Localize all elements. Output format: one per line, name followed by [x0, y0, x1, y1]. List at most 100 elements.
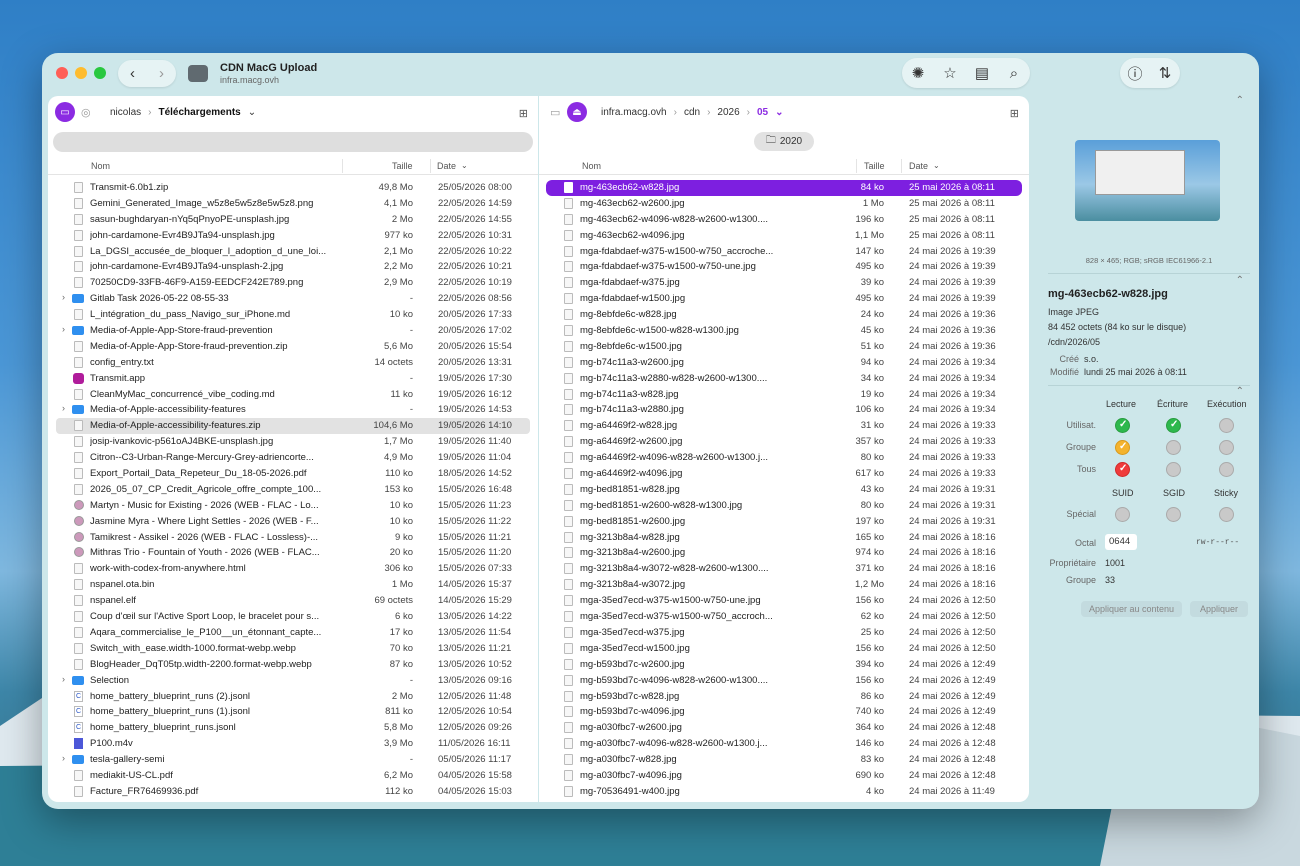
apply-to-content-button[interactable]: Appliquer au contenu — [1081, 601, 1182, 617]
file-row[interactable]: mg-8ebfde6c-w1500.jpg 51 ko 24 mai 2026 à … — [539, 339, 1029, 355]
file-row[interactable]: work-with-codex-from-anywhere.html 306 ko… — [48, 561, 538, 577]
perm-group-exec-toggle[interactable] — [1219, 440, 1234, 455]
file-row[interactable]: mg-70536491-w400.jpg 4 ko 24 mai 2026 à 11… — [539, 784, 1029, 800]
close-window-button[interactable] — [56, 67, 68, 79]
file-row[interactable]: mg-b74c11a3-w2880-w828-w2600-w1300.... 34… — [539, 371, 1029, 387]
file-row[interactable]: Facture_FR76469936.pdf 112 ko 04/05/2026 1… — [48, 784, 538, 800]
special-suid-toggle[interactable] — [1115, 507, 1130, 522]
breadcrumb-current[interactable]: 05 — [757, 107, 768, 118]
file-row[interactable]: Transmit.app - 19/05/2026 17:30 — [48, 371, 538, 387]
file-row[interactable]: Aqara_commercialise_le_P100__un_étonnant… — [48, 625, 538, 641]
file-row[interactable]: john-cardamone-Evr4B9JTa94-unsplash.jpg 9… — [48, 228, 538, 244]
perm-user-read-toggle[interactable]: ✓ — [1115, 418, 1130, 433]
star-icon[interactable]: ☆ — [938, 61, 962, 85]
breadcrumb-item[interactable]: infra.macg.ovh — [601, 107, 667, 118]
disk-icon[interactable]: ▭ — [550, 106, 560, 119]
file-row[interactable]: nspanel.ota.bin 1 Mo 14/05/2026 15:37 — [48, 577, 538, 593]
file-row[interactable]: mg-a64469f2-w828.jpg 31 ko 24 mai 2026 à 1… — [539, 418, 1029, 434]
info-icon[interactable]: ⓘ — [1123, 61, 1147, 85]
file-row[interactable]: Jasmine Myra - Where Light Settles - 202… — [48, 514, 538, 530]
file-row[interactable]: mga-fdabdaef-w375-w1500-w750-une.jpg 495 … — [539, 259, 1029, 275]
file-row[interactable]: mga-35ed7ecd-w375-w1500-w750_accroch... 6… — [539, 609, 1029, 625]
chevron-right-icon[interactable]: › — [150, 62, 174, 86]
file-row[interactable]: mg-a64469f2-w4096.jpg 617 ko 24 mai 2026 à… — [539, 466, 1029, 482]
file-row[interactable]: mg-3213b8a4-w3072.jpg 1,2 Mo 24 mai 2026 à… — [539, 577, 1029, 593]
file-row[interactable]: La_DGSI_accusée_de_bloquer_l_adoption_d_… — [48, 244, 538, 260]
perm-all-write-toggle[interactable] — [1166, 462, 1181, 477]
file-row[interactable]: mg-b593bd7c-w4096-w828-w2600-w1300.... 15… — [539, 673, 1029, 689]
file-row[interactable]: Chome_battery_blueprint_runs (2).jsonl 2 … — [48, 689, 538, 705]
perm-group-read-toggle[interactable]: ✓ — [1115, 440, 1130, 455]
file-row[interactable]: mg-bed81851-w2600-w828-w1300.jpg 80 ko 24 … — [539, 498, 1029, 514]
file-row[interactable]: L_intégration_du_pass_Navigo_sur_iPhone.… — [48, 307, 538, 323]
file-row[interactable]: mg-b74c11a3-w828.jpg 19 ko 24 mai 2026 à 1… — [539, 387, 1029, 403]
file-row[interactable]: Martyn - Music for Existing - 2026 (WEB … — [48, 498, 538, 514]
zoom-window-button[interactable] — [94, 67, 106, 79]
collapse-preview-icon[interactable]: ⌃ — [1236, 95, 1244, 106]
search-icon[interactable]: ⌕ — [1002, 61, 1026, 85]
file-row[interactable]: mg-a64469f2-w4096-w828-w2600-w1300.j... 8… — [539, 450, 1029, 466]
file-row[interactable]: mg-3213b8a4-w2600.jpg 974 ko 24 mai 2026 à… — [539, 545, 1029, 561]
file-row[interactable]: sasun-bughdaryan-nYq5qPnyoPE-unsplash.jp… — [48, 212, 538, 228]
column-name[interactable]: Nom — [582, 161, 601, 171]
disk-icon[interactable]: ▭ — [55, 102, 75, 122]
disclosure-chevron-icon[interactable]: › — [62, 674, 65, 684]
file-row[interactable]: Media-of-Apple-App-Store-fraud-preventio… — [48, 339, 538, 355]
transfer-icon[interactable]: ⇅ — [1153, 61, 1177, 85]
file-row[interactable]: john-cardamone-Evr4B9JTa94-unsplash-2.jp… — [48, 259, 538, 275]
chevron-down-icon[interactable]: ⌄ — [775, 107, 783, 118]
perm-user-write-toggle[interactable]: ✓ — [1166, 418, 1181, 433]
perm-user-exec-toggle[interactable] — [1219, 418, 1234, 433]
column-date[interactable]: Date — [437, 161, 456, 171]
file-row[interactable]: mg-a030fbc7-w828.jpg 83 ko 24 mai 2026 à 1… — [539, 752, 1029, 768]
perm-all-read-toggle[interactable]: ✓ — [1115, 462, 1130, 477]
layout-icon[interactable]: ▤ — [970, 61, 994, 85]
file-row[interactable]: config_entry.txt 14 octets 20/05/2026 13:3… — [48, 355, 538, 371]
file-row[interactable]: nspanel.elf 69 octets 14/05/2026 15:29 — [48, 593, 538, 609]
file-row[interactable]: mg-a030fbc7-w4096-w828-w2600-w1300.j... 1… — [539, 736, 1029, 752]
file-row[interactable]: mga-35ed7ecd-w375.jpg 25 ko 24 mai 2026 à … — [539, 625, 1029, 641]
disclosure-chevron-icon[interactable]: › — [62, 292, 65, 302]
file-row[interactable]: mga-35ed7ecd-w375-w1500-w750-une.jpg 156 … — [539, 593, 1029, 609]
column-date[interactable]: Date — [909, 161, 928, 171]
file-row[interactable]: mga-fdabdaef-w375-w1500-w750_accroche...… — [539, 244, 1029, 260]
file-row[interactable]: mg-463ecb62-w4096.jpg 1,1 Mo 25 mai 2026 à… — [539, 228, 1029, 244]
folder-row[interactable]: › Media-of-Apple-accessibility-features - 1… — [48, 402, 538, 418]
search-input[interactable] — [53, 132, 533, 152]
disclosure-chevron-icon[interactable]: › — [62, 324, 65, 334]
file-row[interactable]: Mithras Trio - Fountain of Youth - 2026 … — [48, 545, 538, 561]
file-row[interactable]: mg-463ecb62-w2600.jpg 1 Mo 25 mai 2026 à 0… — [539, 196, 1029, 212]
file-row[interactable]: Chome_battery_blueprint_runs.jsonl 5,8 Mo… — [48, 720, 538, 736]
grid-icon[interactable]: ⊞ — [1010, 107, 1019, 120]
file-row[interactable]: mg-bed81851-w2600.jpg 197 ko 24 mai 2026 à… — [539, 514, 1029, 530]
collapse-info-icon[interactable]: ⌃ — [1236, 275, 1244, 286]
special-sgid-toggle[interactable] — [1166, 507, 1181, 522]
file-row[interactable]: Tamikrest - Assikel - 2026 (WEB - FLAC -… — [48, 530, 538, 546]
breadcrumb-item[interactable]: 2026 — [717, 107, 739, 118]
file-row[interactable]: mg-a030fbc7-w4096.jpg 690 ko 24 mai 2026 à… — [539, 768, 1029, 784]
column-name[interactable]: Nom — [91, 161, 110, 171]
folder-row[interactable]: › Gitlab Task 2026-05-22 08-55-33 - 22/05/2… — [48, 291, 538, 307]
breadcrumb-current[interactable]: Téléchargements — [158, 107, 240, 118]
perm-all-exec-toggle[interactable] — [1219, 462, 1234, 477]
folder-row[interactable]: › tesla-gallery-semi - 05/05/2026 11:17 — [48, 752, 538, 768]
file-row[interactable]: Switch_with_ease.width-1000.format-webp.… — [48, 641, 538, 657]
chevron-down-icon[interactable]: ⌄ — [248, 107, 256, 118]
breadcrumb-item[interactable]: nicolas — [110, 107, 141, 118]
globe-icon[interactable]: ◎ — [81, 106, 91, 119]
file-row[interactable]: mg-a030fbc7-w2600.jpg 364 ko 24 mai 2026 à… — [539, 720, 1029, 736]
file-row[interactable]: mg-b74c11a3-w2880.jpg 106 ko 24 mai 2026 à… — [539, 402, 1029, 418]
disclosure-chevron-icon[interactable]: › — [62, 753, 65, 763]
file-row[interactable]: CleanMyMac_concurrencé_vibe_coding.md 11 … — [48, 387, 538, 403]
octal-input[interactable]: 0644 — [1105, 534, 1137, 550]
file-row[interactable]: mga-fdabdaef-w1500.jpg 495 ko 24 mai 2026 … — [539, 291, 1029, 307]
special-sticky-toggle[interactable] — [1219, 507, 1234, 522]
file-row[interactable]: mg-463ecb62-w4096-w828-w2600-w1300.... 19… — [539, 212, 1029, 228]
disclosure-chevron-icon[interactable]: › — [62, 403, 65, 413]
chevron-left-icon[interactable]: ‹ — [121, 62, 145, 86]
file-row[interactable]: mg-b74c11a3-w2600.jpg 94 ko 24 mai 2026 à … — [539, 355, 1029, 371]
file-row[interactable]: mga-35ed7ecd-w1500.jpg 156 ko 24 mai 2026 … — [539, 641, 1029, 657]
file-row[interactable]: mg-b593bd7c-w4096.jpg 740 ko 24 mai 2026 à… — [539, 704, 1029, 720]
folder-row[interactable]: › Media-of-Apple-App-Store-fraud-preventi… — [48, 323, 538, 339]
file-row[interactable]: mg-3213b8a4-w3072-w828-w2600-w1300.... 37… — [539, 561, 1029, 577]
